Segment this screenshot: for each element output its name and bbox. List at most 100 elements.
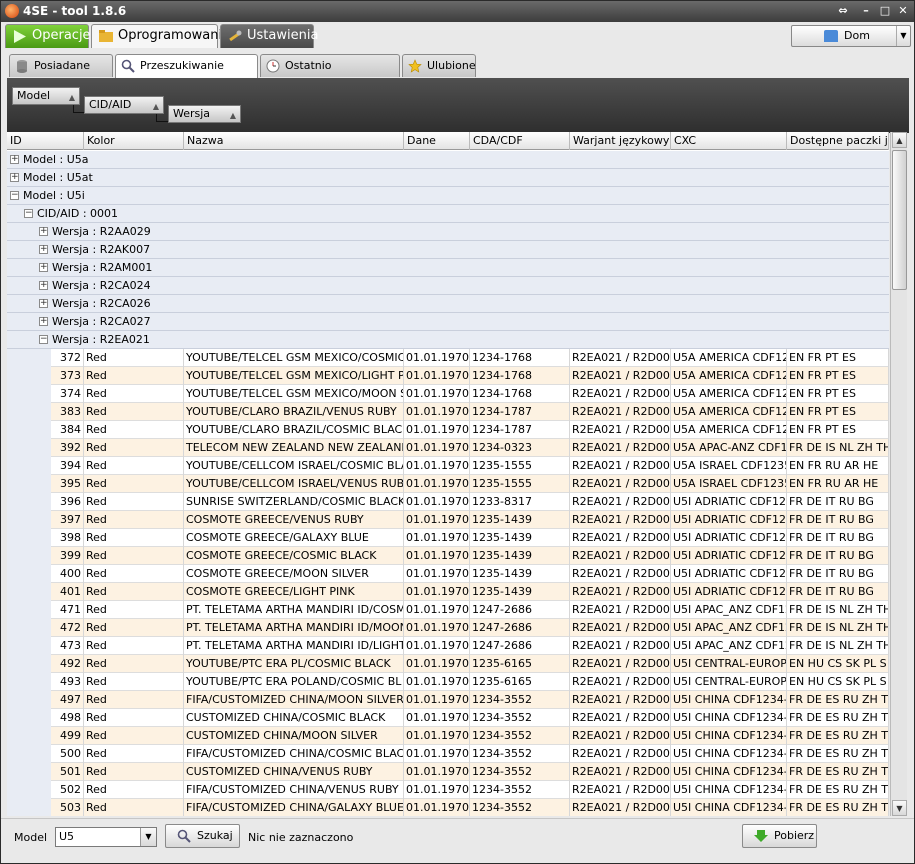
column-header[interactable]: Dane	[404, 132, 470, 150]
collapse-icon[interactable]: −	[39, 335, 48, 344]
row-indent	[7, 367, 51, 385]
table-row[interactable]: 501 Red CUSTOMIZED CHINA/VENUS RUBY 01.01.1…	[7, 763, 889, 781]
tab-posiadane-pliki[interactable]: Posiadane pliki	[9, 54, 113, 94]
column-header[interactable]: ID	[7, 132, 84, 150]
table-row[interactable]: 471 Red PT. TELETAMA ARTHA MANDIRI ID/COSM…	[7, 601, 889, 619]
group-row[interactable]: + Model : U5at	[7, 169, 889, 187]
cell-kolor: Red	[84, 673, 184, 691]
group-row[interactable]: − CID/AID : 0001	[7, 205, 889, 223]
download-button[interactable]: Pobierz	[742, 824, 817, 848]
group-row[interactable]: + Wersja : R2CA027	[7, 313, 889, 331]
table-row[interactable]: 401 Red COSMOTE GREECE/LIGHT PINK 01.01.197…	[7, 583, 889, 601]
expand-icon[interactable]: +	[39, 299, 48, 308]
table-row[interactable]: 472 Red PT. TELETAMA ARTHA MANDIRI ID/MOON…	[7, 619, 889, 637]
row-indent	[7, 799, 51, 816]
collapse-icon[interactable]: −	[24, 209, 33, 218]
profile-dropdown[interactable]: Dom ▼	[791, 25, 911, 47]
scroll-thumb[interactable]	[892, 150, 907, 290]
cell-id: 396	[51, 493, 84, 511]
table-row[interactable]: 395 Red YOUTUBE/CELLCOM ISRAEL/VENUS RUB 01…	[7, 475, 889, 493]
database-icon	[17, 60, 27, 73]
column-header[interactable]: Dostępne paczki języ	[787, 132, 889, 150]
expand-icon[interactable]: +	[10, 173, 19, 182]
expand-icon[interactable]: +	[39, 263, 48, 272]
column-header[interactable]: Kolor	[84, 132, 184, 150]
tab-przeszukiwanie-serwera[interactable]: Przeszukiwanie serwera	[115, 54, 258, 94]
table-row[interactable]: 399 Red COSMOTE GREECE/COSMIC BLACK 01.01.1…	[7, 547, 889, 565]
cell-dane: 01.01.1970	[404, 349, 470, 367]
table-row[interactable]: 374 Red YOUTUBE/TELCEL GSM MEXICO/MOON S 01…	[7, 385, 889, 403]
group-row[interactable]: + Wersja : R2CA026	[7, 295, 889, 313]
cell-nazwa: YOUTUBE/CELLCOM ISRAEL/VENUS RUB	[184, 475, 404, 493]
table-row[interactable]: 503 Red FIFA/CUSTOMIZED CHINA/GALAXY BLUE 0…	[7, 799, 889, 816]
expand-icon[interactable]: +	[10, 155, 19, 164]
home-icon	[824, 30, 838, 42]
vertical-scrollbar[interactable]: ▲ ▼	[890, 132, 907, 816]
tab-ustawienia[interactable]: Ustawienia	[220, 24, 318, 48]
column-header[interactable]: Nazwa	[184, 132, 404, 150]
group-row[interactable]: − Wersja : R2EA021	[7, 331, 889, 349]
table-row[interactable]: 396 Red SUNRISE SWITZERLAND/COSMIC BLACK 01…	[7, 493, 889, 511]
table-row[interactable]: 497 Red FIFA/CUSTOMIZED CHINA/MOON SILVER 0…	[7, 691, 889, 709]
expand-icon[interactable]: +	[39, 227, 48, 236]
scroll-down-icon[interactable]: ▼	[892, 800, 907, 816]
cell-cda-cdf: 1234-3552	[470, 709, 570, 727]
cell-nazwa: YOUTUBE/TELCEL GSM MEXICO/COSMIC	[184, 349, 404, 367]
table-row[interactable]: 392 Red TELECOM NEW ZEALAND NEW ZEALAND 01.…	[7, 439, 889, 457]
tab-ulubione[interactable]: Ulubione	[402, 54, 476, 77]
group-chip-model[interactable]: Model ▲	[12, 87, 80, 105]
tab-operacje[interactable]: Operacje	[5, 24, 91, 48]
table-row[interactable]: 384 Red YOUTUBE/CLARO BRAZIL/COSMIC BLACK 0…	[7, 421, 889, 439]
maximize-button[interactable]: □	[877, 4, 893, 18]
expand-icon[interactable]: +	[39, 245, 48, 254]
close-button[interactable]: ✕	[895, 4, 911, 18]
cell-kolor: Red	[84, 619, 184, 637]
group-row[interactable]: − Model : U5i	[7, 187, 889, 205]
table-row[interactable]: 498 Red CUSTOMIZED CHINA/COSMIC BLACK 01.01…	[7, 709, 889, 727]
group-chip-cid-aid[interactable]: CID/AID ▲	[84, 96, 164, 114]
group-label: Model : U5at	[23, 171, 93, 184]
tab-ostatnio-programowany[interactable]: Ostatnio programowany	[260, 54, 400, 94]
resize-icon[interactable]: ⇔	[835, 4, 851, 18]
group-row[interactable]: + Model : U5a	[7, 151, 889, 169]
cell-kolor: Red	[84, 781, 184, 799]
cell-cda-cdf: 1234-1787	[470, 403, 570, 421]
group-row[interactable]: + Wersja : R2AK007	[7, 241, 889, 259]
group-row[interactable]: + Wersja : R2AM001	[7, 259, 889, 277]
table-row[interactable]: 372 Red YOUTUBE/TELCEL GSM MEXICO/COSMIC 01…	[7, 349, 889, 367]
table-row[interactable]: 373 Red YOUTUBE/TELCEL GSM MEXICO/LIGHT P0…	[7, 367, 889, 385]
cell-cda-cdf: 1247-2686	[470, 619, 570, 637]
column-header[interactable]: CDA/CDF	[470, 132, 570, 150]
cell-nazwa: COSMOTE GREECE/GALAXY BLUE	[184, 529, 404, 547]
row-indent	[7, 745, 51, 763]
group-chip-wersja[interactable]: Wersja ▲	[168, 105, 241, 123]
table-row[interactable]: 499 Red CUSTOMIZED CHINA/MOON SILVER 01.01.…	[7, 727, 889, 745]
table-row[interactable]: 383 Red YOUTUBE/CLARO BRAZIL/VENUS RUBY 01.…	[7, 403, 889, 421]
cell-cda-cdf: 1234-3552	[470, 691, 570, 709]
table-row[interactable]: 473 Red PT. TELETAMA ARTHA MANDIRI ID/LIGH…	[7, 637, 889, 655]
table-row[interactable]: 398 Red COSMOTE GREECE/GALAXY BLUE 01.01.19…	[7, 529, 889, 547]
tab-oprogramowanie[interactable]: Oprogramowanie	[91, 24, 230, 48]
model-select[interactable]: U5 ▼	[55, 827, 157, 847]
minimize-button[interactable]: –	[858, 4, 874, 18]
table-row[interactable]: 492 Red YOUTUBE/PTC ERA PL/COSMIC BLACK 01.…	[7, 655, 889, 673]
collapse-icon[interactable]: −	[10, 191, 19, 200]
expand-icon[interactable]: +	[39, 281, 48, 290]
table-row[interactable]: 502 Red FIFA/CUSTOMIZED CHINA/VENUS RUBY 01…	[7, 781, 889, 799]
row-indent	[7, 421, 51, 439]
table-row[interactable]: 400 Red COSMOTE GREECE/MOON SILVER 01.01.19…	[7, 565, 889, 583]
scroll-up-icon[interactable]: ▲	[892, 132, 907, 148]
group-row[interactable]: + Wersja : R2AA029	[7, 223, 889, 241]
cell-dost-pne-paczki-j-zy: FR DE ES RU ZH T	[787, 709, 889, 727]
table-row[interactable]: 500 Red FIFA/CUSTOMIZED CHINA/COSMIC BLACK…	[7, 745, 889, 763]
table-row[interactable]: 397 Red COSMOTE GREECE/VENUS RUBY 01.01.197…	[7, 511, 889, 529]
column-header[interactable]: CXC	[671, 132, 787, 150]
group-row[interactable]: + Wersja : R2CA024	[7, 277, 889, 295]
table-row[interactable]: 493 Red YOUTUBE/PTC ERA POLAND/COSMIC BL 01…	[7, 673, 889, 691]
cell-kolor: Red	[84, 385, 184, 403]
table-row[interactable]: 394 Red YOUTUBE/CELLCOM ISRAEL/COSMIC BLA 0…	[7, 457, 889, 475]
search-button[interactable]: Szukaj	[165, 824, 240, 848]
expand-icon[interactable]: +	[39, 317, 48, 326]
cell-cda-cdf: 1234-3552	[470, 727, 570, 745]
column-header[interactable]: Warjant językowy	[570, 132, 671, 150]
